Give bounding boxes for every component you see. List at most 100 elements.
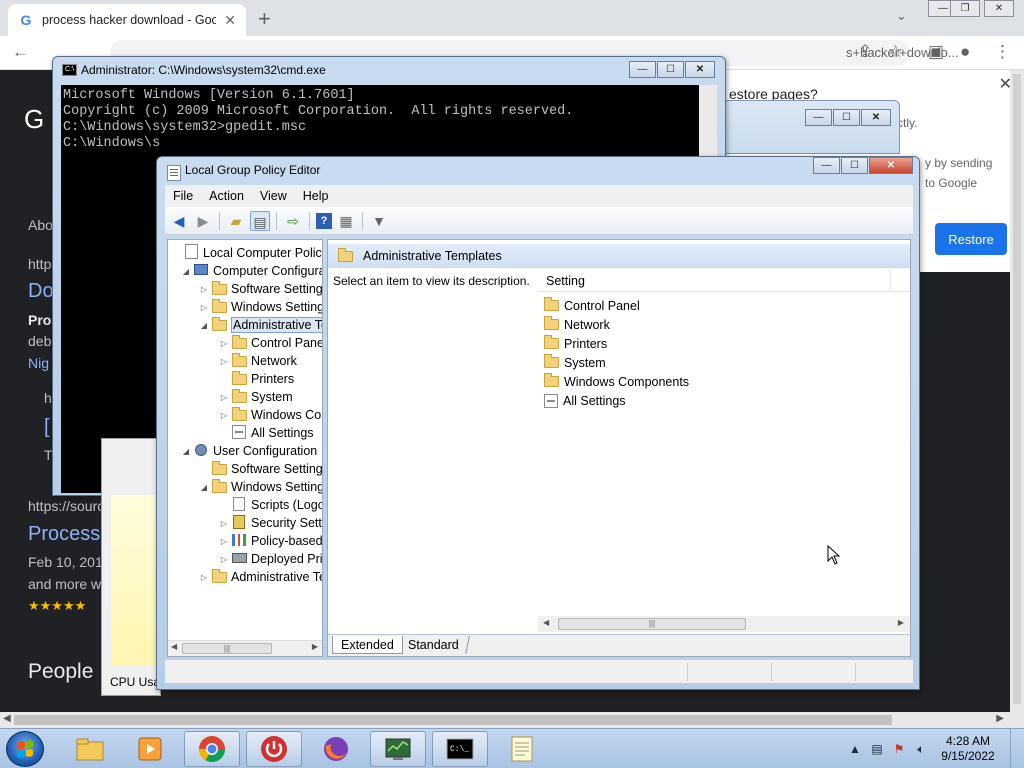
menu-file[interactable]: File [165,189,201,203]
expand-arrow-icon[interactable]: ▷ [198,303,210,312]
expand-arrow-icon[interactable]: ▷ [218,339,230,348]
explorer-icon[interactable] [62,731,118,767]
chrome-icon[interactable] [184,731,240,767]
list-item[interactable]: System [544,353,606,372]
start-button[interactable] [6,731,44,767]
tree-item[interactable]: Printers [218,370,294,388]
show-hidden-icons-arrow[interactable]: ▲ [846,742,864,756]
tab-standard[interactable]: Standard [398,636,470,654]
chrome-restore-button[interactable]: ❐ [950,0,980,17]
share-icon[interactable]: ⇪ [858,42,872,62]
collapse-arrow-icon[interactable]: ◢ [180,447,192,456]
cmd-minimize-button[interactable]: — [629,61,656,78]
forward-icon[interactable]: ▶ [193,211,213,231]
tree-horizontal-scrollbar[interactable]: ◀ ||| ▶ [168,640,322,656]
list-horizontal-scrollbar[interactable]: ◀ ||| ▶ [538,616,910,632]
cmd-close-button[interactable]: ✕ [685,61,715,78]
list-item[interactable]: Network [544,315,610,334]
snippet-link[interactable]: Nig [28,355,49,371]
result-link-1[interactable]: Do [28,280,54,303]
tab-search-chevron-icon[interactable]: ⌄ [896,8,907,24]
new-tab-button[interactable]: + [258,6,271,32]
expand-arrow-icon[interactable]: ▷ [218,555,230,564]
column-header[interactable]: Setting [538,270,910,292]
collapse-arrow-icon[interactable]: ◢ [198,321,210,330]
expand-arrow-icon[interactable]: ▷ [218,393,230,402]
side-panel-icon[interactable]: ▣ [928,42,944,62]
back-arrow-icon[interactable]: ← [12,42,29,62]
tab-close-icon[interactable]: ✕ [224,12,236,29]
cmd-maximize-button[interactable]: ☐ [657,61,684,78]
page-horizontal-scrollbar[interactable]: ◀ ▶ [0,712,1024,728]
cmd-scrollbar[interactable] [699,85,717,165]
export-list-icon[interactable]: ⇨ [283,211,303,231]
tree-item[interactable]: ◢ Administrative Te [198,316,322,334]
scroll-left-icon[interactable]: ◀ [171,642,177,651]
up-folder-icon[interactable]: ▰ [226,211,246,231]
gpe-maximize-button[interactable]: ☐ [841,157,868,174]
menu-action[interactable]: Action [201,189,252,203]
tree-item[interactable]: ▷ Windows Setting [198,298,322,316]
action-center-flag-icon[interactable]: ⚑ [890,742,908,756]
minimize-button[interactable]: — [805,109,832,126]
list-item[interactable]: Windows Components [544,372,689,391]
clock[interactable]: 4:28 AM 9/15/2022 [932,734,1004,764]
tree-item[interactable]: ▷ System [218,388,293,406]
cmd-icon[interactable]: C:\_ [432,731,488,767]
chrome-close-button[interactable]: ✕ [984,0,1014,17]
close-button[interactable]: ✕ [861,109,891,126]
back-icon[interactable]: ◀ [169,211,189,231]
gpe-minimize-button[interactable]: — [813,157,840,174]
network-icon[interactable]: ▤ [868,742,886,756]
profile-avatar-icon[interactable]: ● [960,42,970,62]
tree-item[interactable]: ▷ Security Setti [218,514,322,532]
page-vertical-scrollbar[interactable] [1010,70,1024,712]
restore-button[interactable]: Restore [935,223,1007,255]
tree-item[interactable]: ▷ Network [218,352,297,370]
tree-item[interactable]: ▷ Software Settings [198,280,322,298]
menu-view[interactable]: View [252,189,295,203]
menu-help[interactable]: Help [295,189,337,203]
sub-result-link[interactable]: [ [44,416,50,439]
scroll-right-icon[interactable]: ▶ [898,618,904,627]
scroll-left-icon[interactable]: ◀ [3,713,11,724]
expand-arrow-icon[interactable]: ▷ [198,573,210,582]
tree-item[interactable]: ◢ User Configuration [180,442,317,460]
tree-item[interactable]: ▷ Policy-based [218,532,322,550]
expand-arrow-icon[interactable]: ▷ [218,537,230,546]
scroll-right-icon[interactable]: ▶ [312,642,318,651]
bookmark-star-icon[interactable]: ☆ [888,42,903,62]
power-icon[interactable] [246,731,302,767]
tree-item[interactable]: ▷ Administrative Te [198,568,322,586]
tree-item[interactable]: Local Computer Policy [170,244,322,262]
expand-arrow-icon[interactable]: ▷ [198,285,210,294]
collapse-arrow-icon[interactable]: ◢ [180,267,192,276]
tree-item[interactable]: ▷ Windows Cor [218,406,322,424]
scroll-right-icon[interactable]: ▶ [996,713,1004,724]
tree-item[interactable]: ▷ Deployed Prir [218,550,322,568]
tree-item[interactable]: All Settings [218,424,314,442]
expand-arrow-icon[interactable]: ▷ [218,357,230,366]
scroll-thumb[interactable] [14,715,892,725]
media-player-icon[interactable] [122,731,178,767]
browser-tab[interactable]: G process hacker download - Goog ✕ [8,4,246,36]
tree-item[interactable]: ◢ Windows Setting [198,478,322,496]
tree-item[interactable]: ▷ Control Panel [218,334,322,352]
firefox-icon[interactable] [308,731,364,767]
scroll-left-icon[interactable]: ◀ [543,618,549,627]
scroll-thumb[interactable]: ||| [182,643,272,654]
collapse-arrow-icon[interactable]: ◢ [198,483,210,492]
volume-icon[interactable]: 🔈︎ [912,742,930,757]
tree-item[interactable]: ◢ Computer Configura [180,262,322,280]
show-hide-tree-icon[interactable]: ▤ [250,210,270,231]
filter-icon[interactable]: ▼ [369,211,389,231]
list-item[interactable]: Control Panel [544,296,640,315]
list-item[interactable]: All Settings [544,391,626,410]
tree-item[interactable]: Scripts (Logo [218,496,322,514]
help-icon[interactable]: ? [316,212,332,229]
show-desktop-button[interactable] [1010,729,1024,768]
gpe-close-button[interactable]: ✕ [869,157,913,174]
tab-extended[interactable]: Extended [332,636,403,654]
expand-arrow-icon[interactable]: ▷ [218,411,230,420]
result-link-2[interactable]: Process [28,523,100,546]
